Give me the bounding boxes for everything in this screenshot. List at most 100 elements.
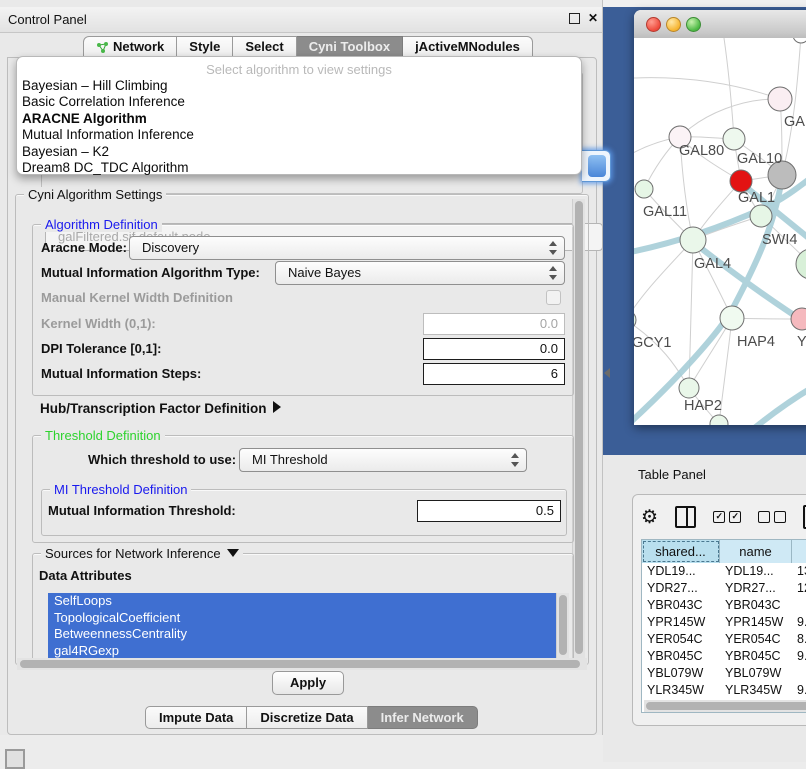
node-label: GCY1 (634, 335, 672, 351)
tab-jactivemnodules[interactable]: jActiveMNodules (403, 36, 533, 58)
tab-impute-data[interactable]: Impute Data (145, 706, 247, 729)
mi-threshold-group: MI Threshold Definition Mutual Informati… (41, 489, 567, 536)
algorithm-option[interactable]: ARACNE Algorithm (22, 111, 572, 127)
close-traffic-light-icon[interactable] (646, 17, 661, 32)
network-node[interactable] (750, 205, 772, 227)
algorithm-option[interactable]: Mutual Information Inference (22, 127, 572, 143)
algorithm-option[interactable]: Dream8 DC_TDC Algorithm (22, 160, 572, 176)
algorithm-option[interactable]: Bayesian – K2 (22, 144, 572, 160)
apply-button[interactable]: Apply (272, 671, 344, 695)
cyni-algorithm-settings-group: Cyni Algorithm Settings Algorithm Defini… (15, 194, 589, 665)
mi-steps-label: Mutual Information Steps: (41, 366, 201, 381)
stepper-arrows-icon (549, 266, 557, 280)
table-row[interactable]: YBL079WYBL079W (642, 665, 806, 682)
hub-definition-toggle[interactable]: Hub/Transcription Factor Definition (40, 401, 281, 416)
table-row[interactable]: YDL19...YDL19...13 (642, 563, 806, 580)
algorithm-option[interactable]: Bayesian – Hill Climbing (22, 78, 572, 94)
table-cell: YBR045C (720, 648, 796, 665)
network-icon (96, 41, 109, 54)
column-header-name[interactable]: name (720, 540, 792, 563)
network-node[interactable] (793, 38, 806, 43)
algorithm-option[interactable]: Basic Correlation Inference (22, 94, 572, 110)
control-panel-titlebar[interactable]: Control Panel ✕ (0, 7, 602, 33)
table-hscrollbar[interactable] (644, 700, 806, 712)
sources-title[interactable]: Sources for Network Inference (41, 546, 243, 561)
dpi-tolerance-input[interactable]: 0.0 (423, 338, 565, 360)
algorithm-definition-group: Algorithm Definition Aracne Mode: Discov… (32, 224, 574, 396)
close-icon[interactable]: ✕ (588, 11, 598, 25)
node-label: HAP2 (684, 398, 722, 414)
table-cell: YLR345W (642, 682, 724, 699)
tab-style[interactable]: Style (177, 36, 233, 58)
network-node[interactable] (680, 227, 706, 253)
tab-select[interactable]: Select (233, 36, 296, 58)
node-label: SWI4 (762, 232, 797, 248)
columns-icon[interactable] (675, 506, 696, 528)
splitter-collapse-arrow-icon[interactable] (604, 368, 610, 378)
tab-label: Select (245, 37, 283, 57)
tab-discretize-data[interactable]: Discretize Data (247, 706, 367, 729)
network-window-titlebar[interactable] (634, 10, 806, 39)
tab-infer-network[interactable]: Infer Network (368, 706, 478, 729)
float-window-icon[interactable] (569, 13, 580, 24)
tab-label: Network (113, 37, 164, 57)
table-row[interactable]: YBR043CYBR043C (642, 597, 806, 614)
attributes-scrollbar[interactable] (556, 593, 569, 659)
threshold-definition-group: Threshold Definition Which threshold to … (32, 435, 574, 543)
table-row[interactable]: YLR345WYLR345W9. (642, 682, 806, 699)
tab-network[interactable]: Network (83, 36, 177, 58)
sources-title-label: Sources for Network Inference (45, 546, 221, 561)
node-label: GAL80 (679, 143, 724, 159)
attribute-item-selected[interactable]: TopologicalCoefficient (48, 610, 556, 627)
network-canvas[interactable]: GALGAL80GAL10GAL1GAL11SWI4GAL4GCY1HAP4YH… (634, 38, 806, 425)
aracne-mode-combo[interactable]: Discovery (129, 236, 565, 260)
data-attributes-list[interactable]: SelfLoopsTopologicalCoefficientBetweenne… (48, 593, 556, 659)
tab-cyni-toolbox[interactable]: Cyni Toolbox (297, 36, 403, 58)
collapsed-panel-icon[interactable] (5, 749, 25, 769)
kernel-width-input[interactable]: 0.0 (423, 313, 565, 335)
table-cell: YPR145W (642, 614, 724, 631)
network-node[interactable] (679, 378, 699, 398)
table-row[interactable]: YBR045CYBR045C9. (642, 648, 806, 665)
attribute-item-selected[interactable]: gal4RGexp (48, 643, 556, 660)
network-node[interactable] (723, 128, 745, 150)
select-all-checkboxes-icon[interactable]: ✓✓ (713, 511, 741, 523)
threshold-definition-title: Threshold Definition (41, 428, 165, 443)
attribute-item-selected[interactable]: BetweennessCentrality (48, 626, 556, 643)
settings-hscrollbar[interactable] (17, 658, 587, 670)
zoom-traffic-light-icon[interactable] (686, 17, 701, 32)
which-threshold-value: MI Threshold (252, 452, 328, 467)
dpi-tolerance-label: DPI Tolerance [0,1]: (41, 341, 161, 356)
node-table[interactable]: shared... name YDL19...YDL19...13YDR27..… (641, 539, 806, 713)
column-header-shared-name[interactable]: shared... (642, 540, 720, 563)
mi-threshold-group-title: MI Threshold Definition (50, 482, 191, 497)
table-row[interactable]: YPR145WYPR145W9. (642, 614, 806, 631)
deselect-all-checkboxes-icon[interactable] (758, 511, 786, 523)
table-cell: YDL19... (642, 563, 724, 580)
node-label: Y (797, 334, 806, 350)
manual-kernel-label: Manual Kernel Width Definition (41, 290, 233, 305)
network-node[interactable] (796, 249, 806, 279)
attribute-item-selected[interactable]: SelfLoops (48, 593, 556, 610)
focused-combo-remnant[interactable] (582, 150, 611, 182)
network-node[interactable] (720, 306, 744, 330)
algorithm-dropdown-placeholder: Select algorithm to view settings (17, 62, 581, 77)
manual-kernel-checkbox[interactable] (546, 290, 561, 305)
table-row[interactable]: YDR27...YDR27...12 (642, 580, 806, 597)
network-node[interactable] (730, 170, 752, 192)
mi-threshold-input[interactable]: 0.5 (417, 500, 561, 522)
table-panel-title: Table Panel (638, 467, 706, 482)
table-cell: YBR045C (642, 648, 724, 665)
table-cell: YPR145W (720, 614, 796, 631)
mi-type-combo[interactable]: Naive Bayes (275, 261, 565, 285)
gear-icon[interactable]: ⚙ (641, 508, 658, 527)
minimize-traffic-light-icon[interactable] (666, 17, 681, 32)
node-label: GAL11 (643, 204, 687, 220)
network-node[interactable] (635, 180, 653, 198)
column-header-clipped[interactable] (792, 540, 806, 563)
mi-steps-input[interactable]: 6 (423, 363, 565, 385)
which-threshold-combo[interactable]: MI Threshold (239, 448, 527, 472)
table-row[interactable]: YER054CYER054C8. (642, 631, 806, 648)
settings-group-title: Cyni Algorithm Settings (24, 187, 166, 202)
network-node[interactable] (768, 87, 792, 111)
